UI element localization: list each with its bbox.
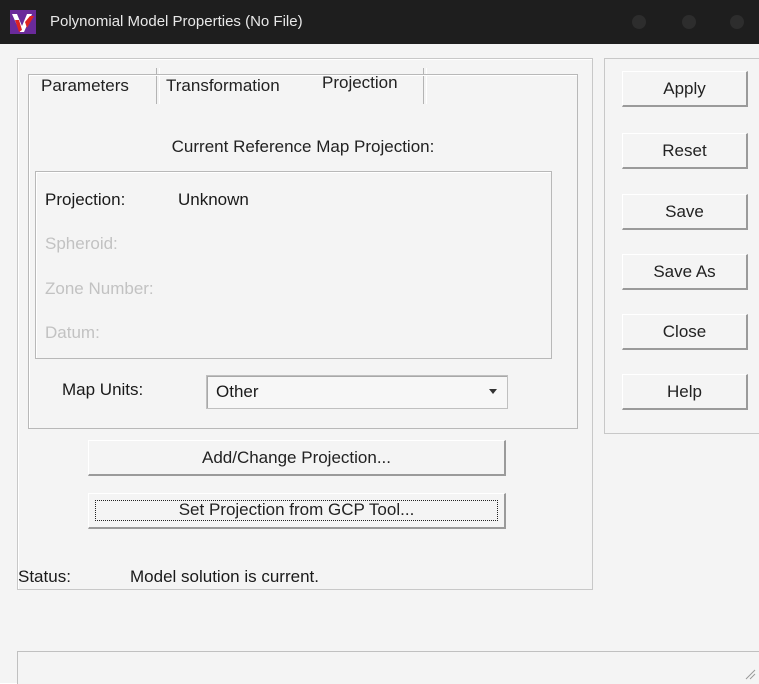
status-text: Model solution is current. bbox=[130, 567, 319, 586]
window-title: Polynomial Model Properties (No File) bbox=[50, 13, 303, 30]
apply-button[interactable]: Apply bbox=[622, 71, 748, 107]
status-bar bbox=[17, 651, 759, 684]
spheroid-label: Spheroid: bbox=[45, 234, 118, 253]
app-icon bbox=[10, 10, 36, 34]
reset-button[interactable]: Reset bbox=[622, 133, 748, 169]
save-as-button[interactable]: Save As bbox=[622, 254, 748, 290]
map-units-select[interactable]: Other bbox=[206, 375, 508, 409]
projection-value: Unknown bbox=[178, 190, 249, 209]
title-bar[interactable]: Polynomial Model Properties (No File) bbox=[0, 0, 759, 44]
resize-grip-icon[interactable] bbox=[744, 668, 756, 680]
zone-number-label: Zone Number: bbox=[45, 279, 154, 298]
map-units-label: Map Units: bbox=[62, 380, 144, 399]
chevron-down-icon[interactable] bbox=[489, 389, 497, 394]
add-change-projection-button[interactable]: Add/Change Projection... bbox=[88, 440, 506, 476]
close-button[interactable]: Close bbox=[622, 314, 748, 350]
help-button[interactable]: Help bbox=[622, 374, 748, 410]
status-label: Status: bbox=[18, 567, 71, 586]
map-units-value: Other bbox=[216, 382, 259, 401]
set-projection-from-gcp-button[interactable]: Set Projection from GCP Tool... bbox=[88, 493, 506, 529]
projection-label: Projection: bbox=[45, 190, 126, 209]
minimize-button[interactable] bbox=[632, 15, 646, 29]
datum-label: Datum: bbox=[45, 323, 100, 342]
save-button[interactable]: Save bbox=[622, 194, 748, 230]
close-window-button[interactable] bbox=[730, 15, 744, 29]
group-title: Current Reference Map Projection: bbox=[171, 137, 435, 156]
maximize-button[interactable] bbox=[682, 15, 696, 29]
